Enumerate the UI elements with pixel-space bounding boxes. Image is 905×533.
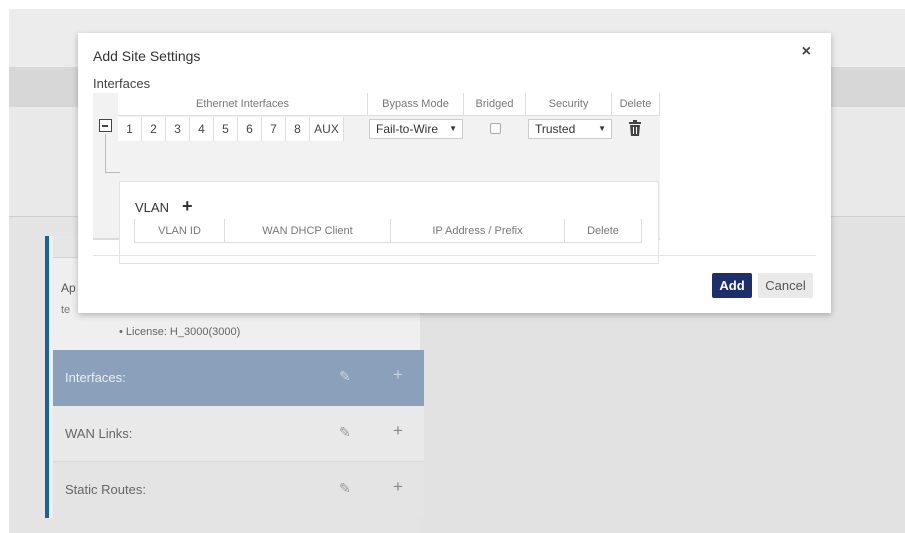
add-vlan-plus-icon[interactable]: + [182, 196, 193, 217]
vlan-col-id: VLAN ID [134, 219, 224, 243]
close-icon[interactable]: × [802, 43, 811, 61]
dropdown-arrow-icon: ▼ [449, 124, 457, 133]
tree-connector [105, 134, 106, 172]
vlan-table-header: VLAN ID WAN DHCP Client IP Address / Pre… [134, 219, 642, 243]
row-label: Interfaces: [65, 370, 126, 385]
footer-divider [93, 255, 816, 256]
header-delete: Delete [612, 93, 660, 115]
vlan-col-ip-prefix: IP Address / Prefix [390, 219, 564, 243]
edit-pencil-icon[interactable]: ✎ [339, 480, 351, 497]
add-plus-icon[interactable]: + [393, 477, 403, 497]
license-text: • License: H_3000(3000) [119, 326, 241, 338]
port-button-2[interactable]: 2 [142, 117, 166, 141]
appliance-detail-text: te [61, 304, 71, 316]
header-bridged: Bridged [464, 93, 526, 115]
bridged-checkbox[interactable] [490, 123, 501, 134]
port-button-5[interactable]: 5 [214, 117, 238, 141]
interfaces-section-label: Interfaces [93, 76, 151, 91]
add-plus-icon[interactable]: + [393, 421, 403, 441]
vlan-col-wan-dhcp: WAN DHCP Client [224, 219, 390, 243]
appliance-label: Ap [61, 281, 76, 295]
header-ethernet-interfaces: Ethernet Interfaces [118, 93, 368, 115]
bypass-mode-select[interactable]: Fail-to-Wire ▼ [369, 119, 463, 139]
bypass-mode-value: Fail-to-Wire [376, 122, 438, 136]
port-button-8[interactable]: 8 [286, 117, 310, 141]
port-button-6[interactable]: 6 [238, 117, 262, 141]
add-site-settings-dialog: Add Site Settings × Interfaces Ethernet … [78, 33, 831, 313]
trash-icon[interactable] [628, 120, 642, 136]
header-bypass-mode: Bypass Mode [368, 93, 464, 115]
header-security: Security [526, 93, 612, 115]
panel-row-wan-links[interactable]: WAN Links: ✎ + [53, 406, 424, 462]
security-select[interactable]: Trusted ▼ [528, 119, 612, 139]
edit-pencil-icon[interactable]: ✎ [339, 368, 351, 385]
tree-connector [105, 172, 120, 173]
port-button-3[interactable]: 3 [166, 117, 190, 141]
dialog-title: Add Site Settings [93, 48, 201, 64]
panel-row-static-routes[interactable]: Static Routes: ✎ + [53, 462, 424, 518]
row-label: Static Routes: [65, 482, 146, 497]
row-label: WAN Links: [65, 426, 133, 441]
port-button-4[interactable]: 4 [190, 117, 214, 141]
vlan-section: VLAN + VLAN ID WAN DHCP Client IP Addres… [119, 181, 659, 264]
add-button[interactable]: Add [712, 273, 752, 298]
panel-row-interfaces[interactable]: Interfaces: ✎ + [53, 350, 424, 406]
port-button-7[interactable]: 7 [262, 117, 286, 141]
vlan-col-delete: Delete [564, 219, 642, 243]
security-value: Trusted [535, 122, 576, 136]
interfaces-table: Ethernet Interfaces Bypass Mode Bridged … [93, 93, 660, 264]
edit-pencil-icon[interactable]: ✎ [339, 424, 351, 441]
port-button-aux[interactable]: AUX [310, 117, 344, 141]
dropdown-arrow-icon: ▼ [598, 124, 606, 133]
cancel-button[interactable]: Cancel [758, 273, 813, 298]
vlan-label: VLAN [135, 200, 169, 215]
add-plus-icon[interactable]: + [393, 365, 403, 385]
collapse-minus-icon[interactable] [99, 119, 112, 132]
port-button-1[interactable]: 1 [118, 117, 142, 141]
header-divider [118, 115, 660, 116]
ethernet-port-selector: 1 2 3 4 5 6 7 8 AUX [118, 117, 344, 141]
